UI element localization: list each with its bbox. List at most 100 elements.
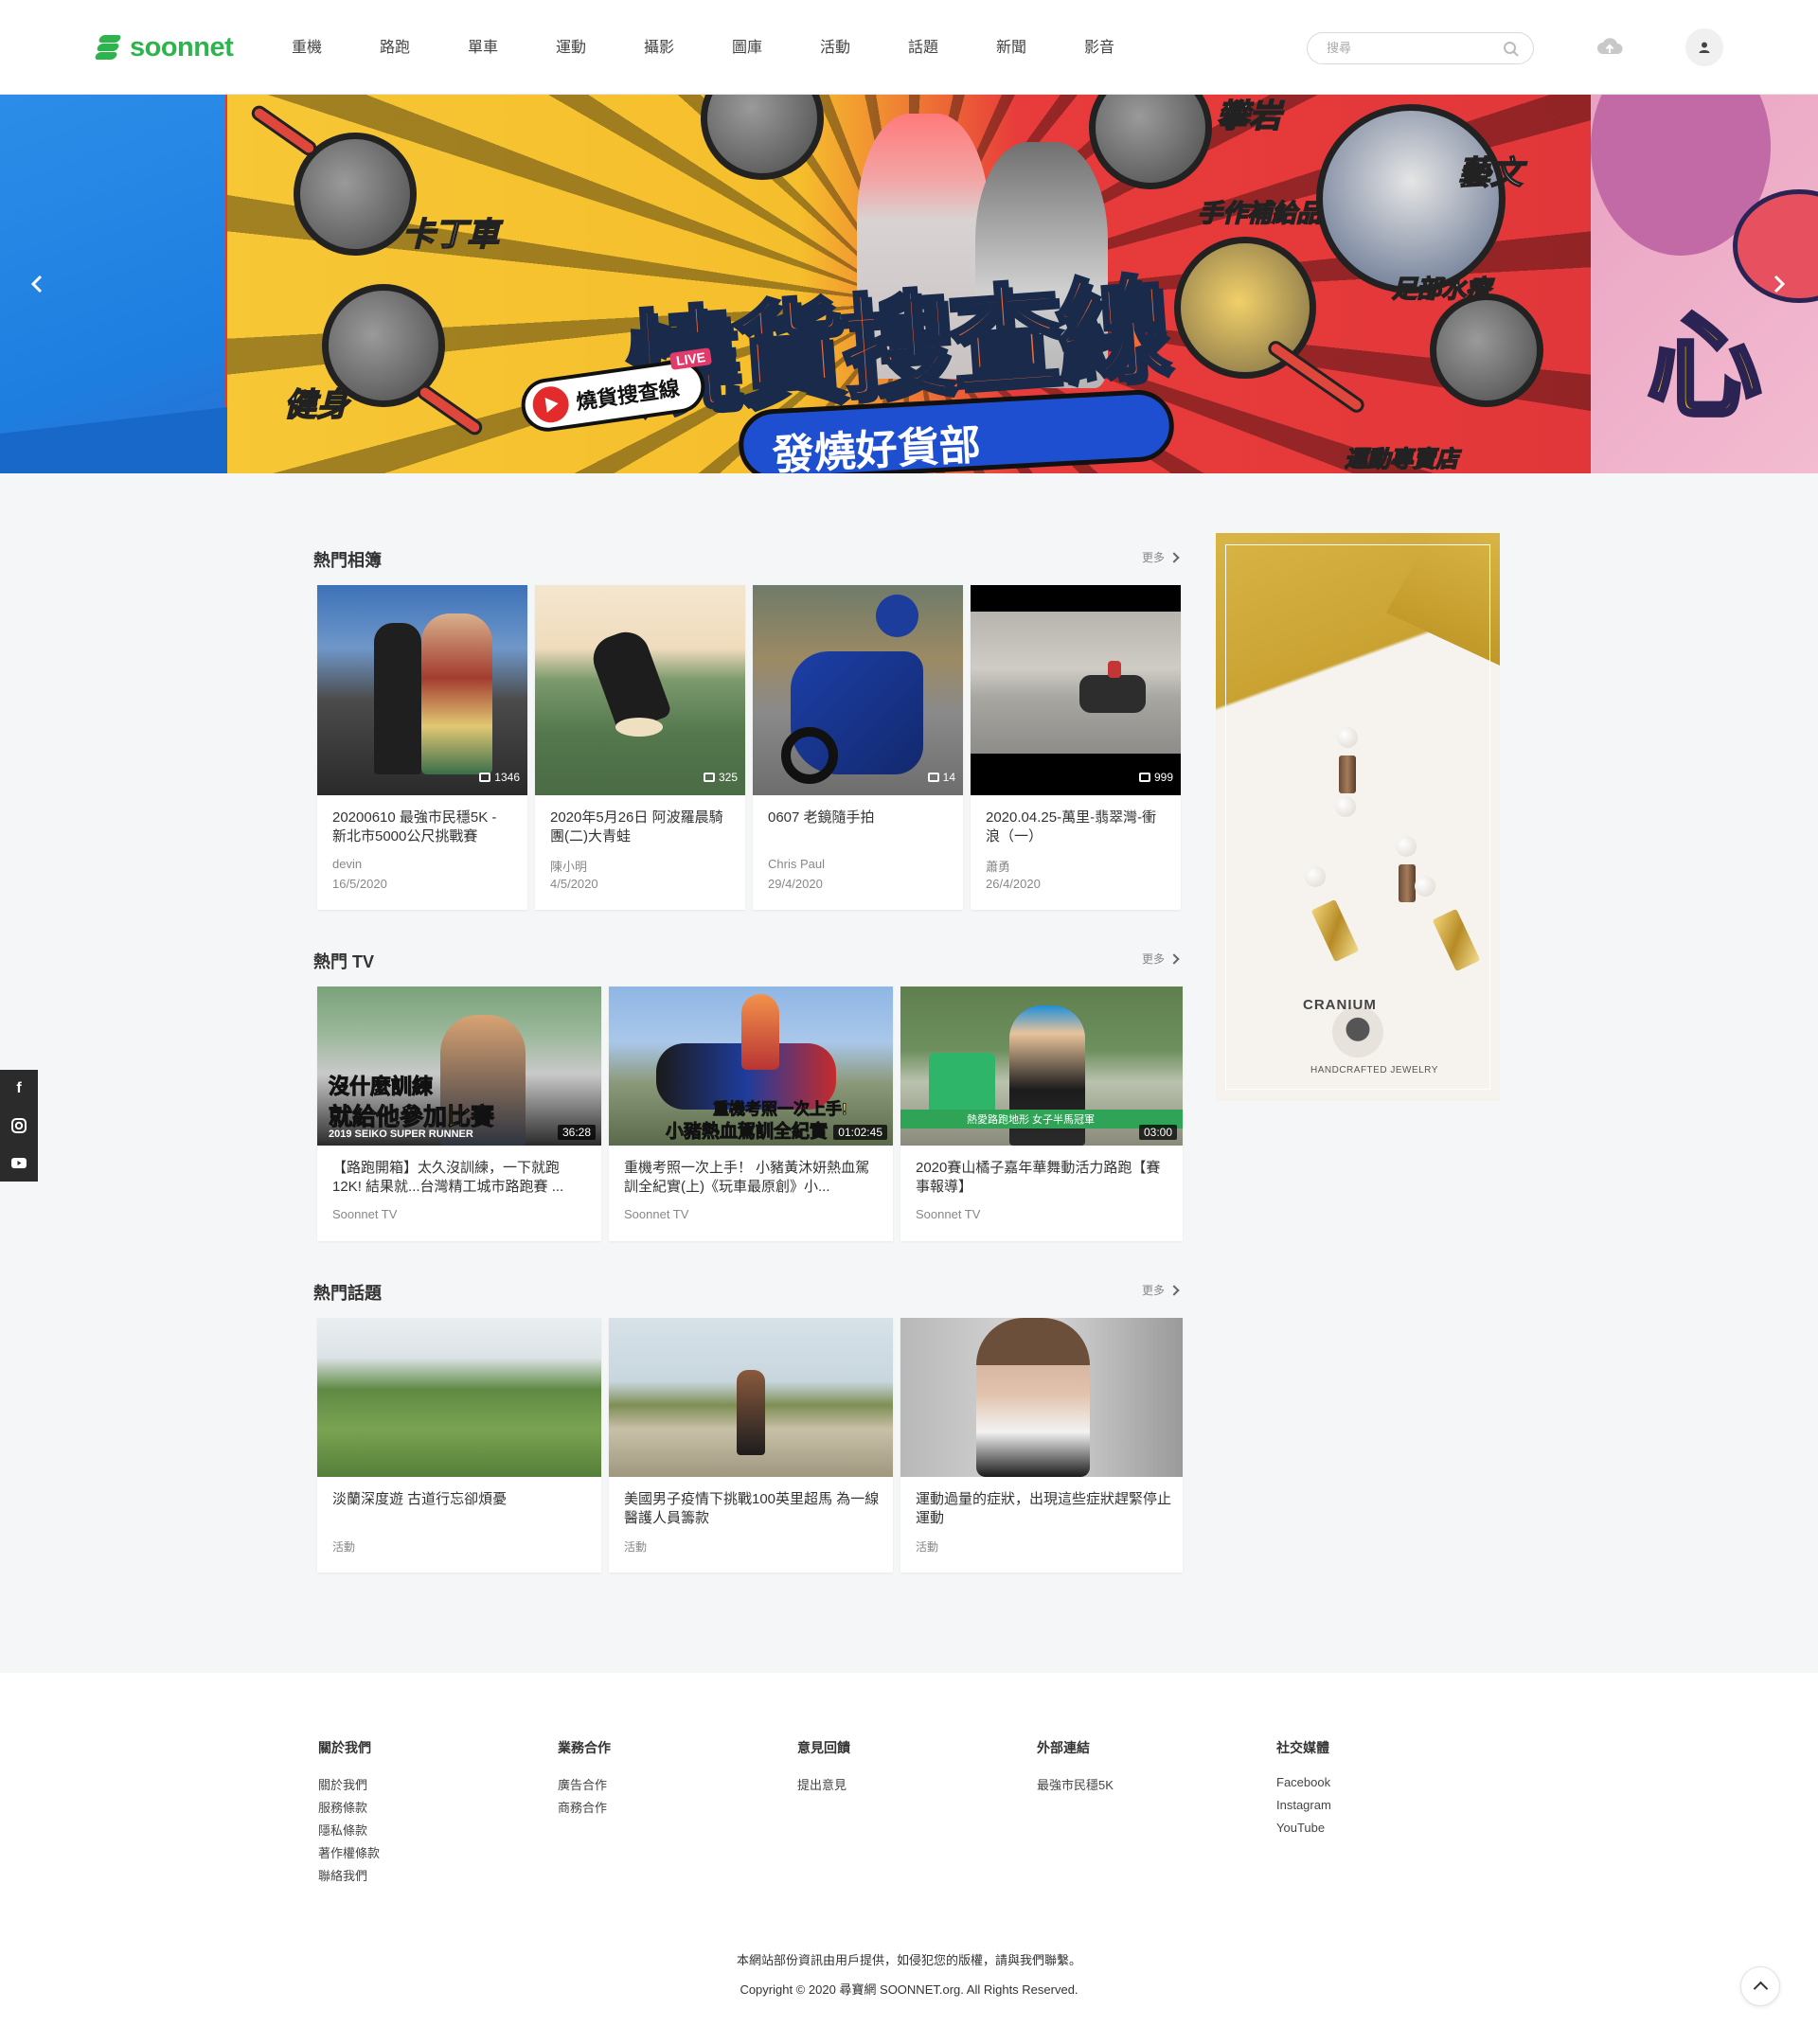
footer-link[interactable]: 隱私條款 [318, 1821, 380, 1843]
banner-label: 足部水療 [1391, 275, 1491, 305]
video-overlay-text: 沒什麼訓練 [328, 1075, 434, 1099]
instagram-icon[interactable] [9, 1116, 28, 1135]
banner-label: 卡丁車 [401, 215, 500, 255]
footer-column-social: 社交媒體 Facebook Instagram YouTube [1276, 1738, 1331, 1843]
album-date: 16/5/2020 [332, 877, 387, 891]
youtube-play-icon [530, 383, 572, 425]
facebook-icon[interactable]: f [9, 1079, 28, 1098]
video-overlay-text: 重機考照一次上手! [713, 1100, 847, 1119]
footer-column-title: 業務合作 [558, 1740, 611, 1755]
video-card[interactable]: 重機考照一次上手! 小豬熱血駕訓全紀實 01:02:45 重機考照一次上手！ 小… [609, 986, 893, 1241]
footer-disclaimer: 本網站部份資訊由用戶提供，如侵犯您的版權，請與我們聯繫。 [736, 1953, 1081, 1967]
album-card[interactable]: 1346 20200610 最強市民穩5K - 新北市5000公尺挑戰賽 dev… [317, 585, 527, 910]
cloud-upload-icon[interactable] [1596, 34, 1623, 61]
topic-card[interactable]: 淡蘭深度遊 古道行忘卻煩憂 活動 [317, 1318, 601, 1573]
carousel-active-slide[interactable]: 卡丁車 健身 攀岩 藝文 手作補給品 足部水療 運動專賣店 燒貨搜查線 發燒好貨… [227, 95, 1591, 473]
footer-link[interactable]: 著作權條款 [318, 1843, 380, 1866]
ad-tagline: HANDCRAFTED JEWELRY [1310, 1065, 1438, 1075]
footer-link[interactable]: 最強市民穩5K [1037, 1775, 1114, 1798]
video-title: 【路跑開箱】太久沒訓練，一下就跑12K! 結果就...台灣精工城市路跑賽 ... [332, 1160, 564, 1195]
search-input[interactable] [1327, 41, 1497, 55]
floating-social-bar: f [0, 1070, 38, 1182]
video-channel: Soonnet TV [916, 1207, 981, 1221]
album-date: 29/4/2020 [768, 877, 823, 891]
footer-link[interactable]: 關於我們 [318, 1775, 380, 1798]
main-nav: 重機 路跑 單車 運動 攝影 圖庫 活動 話題 新聞 影音 [292, 34, 1172, 57]
topic-title: 美國男子疫情下挑戰100英里超馬 為一線醫護人員籌款 [624, 1491, 880, 1526]
video-duration: 03:00 [1138, 1125, 1177, 1140]
back-to-top-button[interactable] [1740, 1966, 1780, 2006]
topic-category: 活動 [916, 1540, 939, 1554]
youtube-icon[interactable] [9, 1153, 28, 1172]
photos-icon [479, 773, 491, 782]
topics-more-link[interactable]: 更多 [1142, 1282, 1180, 1298]
search-box [1307, 32, 1534, 64]
footer-column-title: 意見回饋 [797, 1740, 850, 1755]
video-duration: 01:02:45 [833, 1125, 887, 1140]
footer-copyright: Copyright © 2020 尋寶網 SOONNET.org. All Ri… [740, 1982, 1078, 1997]
footer-link[interactable]: 廣告合作 [558, 1775, 611, 1798]
album-date: 26/4/2020 [986, 877, 1041, 891]
sidebar-advertisement[interactable]: CRANIUM HANDCRAFTED JEWELRY [1216, 533, 1500, 1101]
album-title: 0607 老鏡隨手拍 [768, 809, 875, 826]
video-duration: 36:28 [557, 1125, 596, 1140]
video-title: 2020賽山橘子嘉年華舞動活力路跑【賽事報導】 [916, 1160, 1161, 1195]
topics-section-title: 熱門話題 [313, 1284, 382, 1303]
footer-link[interactable]: Instagram [1276, 1798, 1331, 1821]
album-thumbnail [535, 585, 745, 795]
chevron-left-icon[interactable] [27, 273, 49, 295]
chevron-right-icon[interactable] [1767, 273, 1790, 295]
footer-link[interactable]: 聯絡我們 [318, 1866, 380, 1889]
footer-link[interactable]: Facebook [1276, 1775, 1331, 1798]
logo-mark-icon [94, 33, 122, 62]
footer-link[interactable]: 提出意見 [797, 1775, 850, 1798]
nav-item[interactable]: 路跑 [380, 34, 468, 57]
banner-label: 攀岩 [1216, 97, 1282, 136]
album-card[interactable]: 999 2020.04.25-萬里-翡翠灣-衝浪（一） 蕭勇 26/4/2020 [971, 585, 1181, 910]
banner-label: 手作補給品 [1197, 199, 1322, 229]
albums-more-link[interactable]: 更多 [1142, 549, 1180, 565]
nav-item[interactable]: 活動 [820, 34, 908, 57]
footer-link[interactable]: 服務條款 [318, 1798, 380, 1821]
video-card[interactable]: 熱愛路跑地形 女子半馬冠軍 03:00 2020賽山橘子嘉年華舞動活力路跑【賽事… [900, 986, 1183, 1241]
photo-count-badge: 325 [703, 771, 738, 784]
topic-card[interactable]: 美國男子疫情下挑戰100英里超馬 為一線醫護人員籌款 活動 [609, 1318, 893, 1573]
album-date: 4/5/2020 [550, 877, 598, 891]
chevron-right-icon [1168, 952, 1180, 965]
nav-item[interactable]: 重機 [292, 34, 380, 57]
album-card[interactable]: 14 0607 老鏡隨手拍 Chris Paul 29/4/2020 [753, 585, 963, 910]
nav-item[interactable]: 單車 [468, 34, 556, 57]
tv-more-link[interactable]: 更多 [1142, 951, 1180, 967]
album-author: Chris Paul [768, 857, 825, 871]
video-channel: Soonnet TV [624, 1207, 689, 1221]
footer-link[interactable]: YouTube [1276, 1821, 1331, 1843]
hero-carousel: 卡丁車 健身 攀岩 藝文 手作補給品 足部水療 運動專賣店 燒貨搜查線 發燒好貨… [0, 95, 1818, 473]
album-thumbnail [971, 585, 1181, 795]
chevron-right-icon [1168, 1284, 1180, 1296]
nav-item[interactable]: 話題 [908, 34, 996, 57]
ad-brand: CRANIUM [1303, 997, 1377, 1013]
topic-card[interactable]: 運動過量的症狀，出現這些症狀趕緊停止運動 活動 [900, 1318, 1183, 1573]
footer-column-title: 外部連結 [1037, 1740, 1090, 1755]
nav-item[interactable]: 運動 [556, 34, 644, 57]
footer-column-title: 關於我們 [318, 1740, 371, 1755]
footer-column-feedback: 意見回饋 提出意見 [797, 1738, 850, 1798]
album-author: devin [332, 857, 363, 871]
chevron-right-icon [1168, 551, 1180, 563]
site-footer: 關於我們 關於我們 服務條款 隱私條款 著作權條款 聯絡我們 業務合作 廣告合作… [0, 1673, 1818, 2044]
footer-link[interactable]: 商務合作 [558, 1798, 611, 1821]
nav-item[interactable]: 攝影 [644, 34, 732, 57]
site-logo[interactable]: soonnet [94, 31, 234, 63]
nav-item[interactable]: 圖庫 [732, 34, 820, 57]
user-avatar-button[interactable] [1685, 28, 1723, 66]
nav-item[interactable]: 影音 [1084, 34, 1172, 57]
video-card[interactable]: 沒什麼訓練 就給他參加比賽 2019 SEIKO SUPER RUNNER 36… [317, 986, 601, 1241]
skull-logo-icon [1332, 1006, 1383, 1058]
footer-column-external: 外部連結 最強市民穩5K [1037, 1738, 1114, 1798]
album-card[interactable]: 325 2020年5月26日 阿波羅晨騎團(二)大青蛙 陳小明 4/5/2020 [535, 585, 745, 910]
nav-item[interactable]: 新聞 [996, 34, 1084, 57]
search-icon[interactable] [1503, 41, 1520, 58]
logo-text: soonnet [130, 31, 234, 62]
album-thumbnail [753, 585, 963, 795]
banner-label: 運動專賣店 [1344, 445, 1459, 473]
